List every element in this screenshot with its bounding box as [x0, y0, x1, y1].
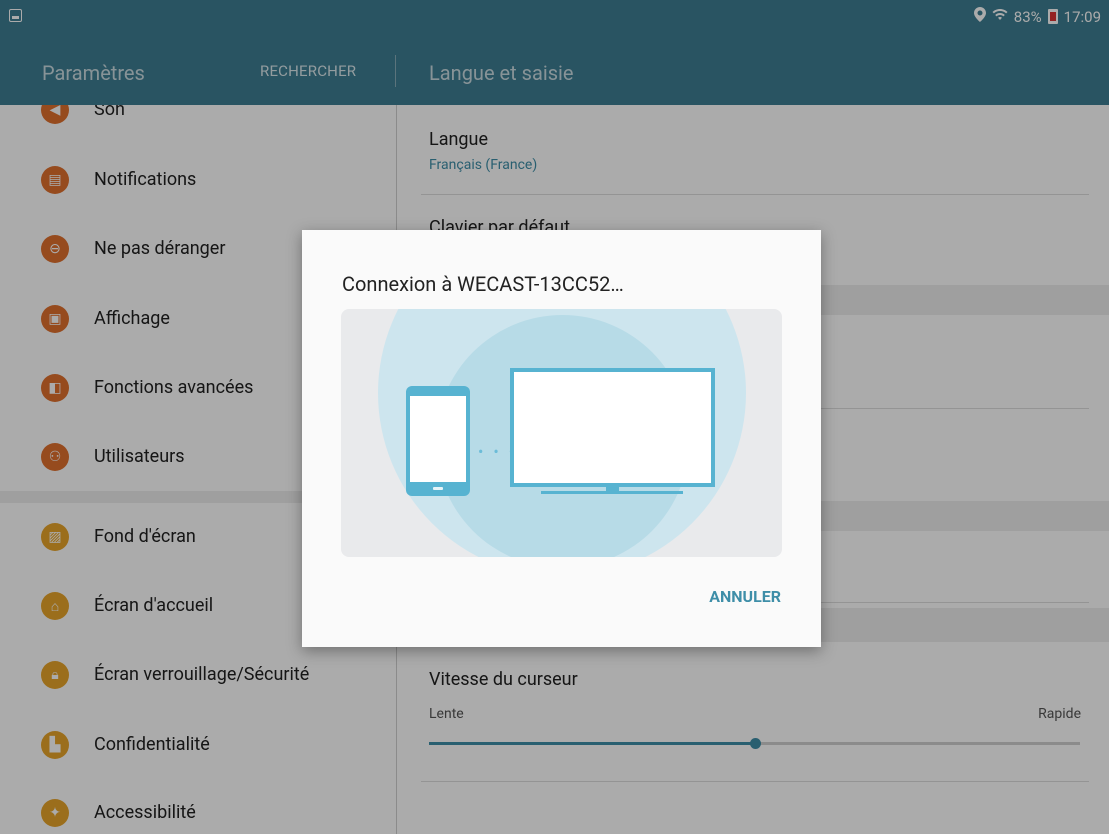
phone-icon — [406, 386, 470, 496]
phone-home-button — [433, 487, 443, 490]
tv-icon — [510, 368, 715, 487]
phone-screen — [410, 396, 466, 482]
connection-dialog: Connexion à WECAST-13CC52… • • • ANNULER — [302, 230, 821, 647]
tv-screen — [514, 372, 711, 483]
tv-base — [541, 491, 683, 494]
screen-mirroring-illustration: • • • — [341, 309, 782, 557]
cancel-button[interactable]: ANNULER — [709, 587, 781, 606]
dialog-title: Connexion à WECAST-13CC52… — [342, 272, 624, 296]
